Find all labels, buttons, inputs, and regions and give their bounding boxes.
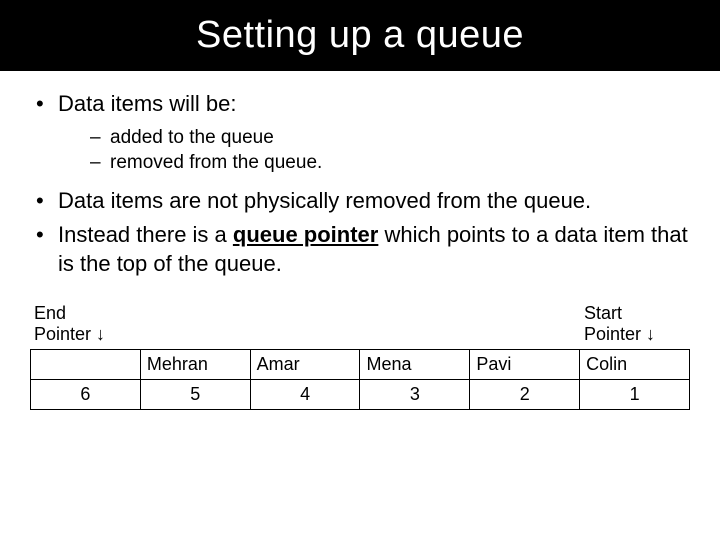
queue-name-cell: Mena xyxy=(360,350,470,380)
start-pointer-line1: Start xyxy=(584,303,622,323)
queue-name-cell: Colin xyxy=(580,350,690,380)
queue-index-cell: 2 xyxy=(470,380,580,410)
slide-title: Setting up a queue xyxy=(0,14,720,57)
sub-bullet-1: added to the queue xyxy=(88,125,692,151)
pointer-spacer xyxy=(250,301,360,347)
queue-name-cell: Pavi xyxy=(470,350,580,380)
bullet-list: Data items will be: added to the queue r… xyxy=(28,89,692,279)
queue-names-row: Mehran Amar Mena Pavi Colin xyxy=(31,350,690,380)
bullet-3-emphasis: queue pointer xyxy=(233,222,378,247)
queue-index-cell: 4 xyxy=(250,380,360,410)
end-pointer-line2: Pointer ↓ xyxy=(34,324,105,344)
start-pointer-label: Start Pointer ↓ xyxy=(580,301,690,347)
pointer-spacer xyxy=(360,301,470,347)
queue-index-cell: 6 xyxy=(31,380,141,410)
queue-index-cell: 5 xyxy=(140,380,250,410)
bullet-3: Instead there is a queue pointer which p… xyxy=(28,220,692,279)
end-pointer-label: End Pointer ↓ xyxy=(30,301,140,347)
start-pointer-line2: Pointer ↓ xyxy=(584,324,655,344)
pointer-labels-row: End Pointer ↓ Start Pointer ↓ xyxy=(30,301,690,347)
queue-table: Mehran Amar Mena Pavi Colin 6 5 4 3 2 1 xyxy=(30,349,690,410)
queue-name-cell xyxy=(31,350,141,380)
queue-name-cell: Mehran xyxy=(140,350,250,380)
queue-index-cell: 1 xyxy=(580,380,690,410)
queue-index-row: 6 5 4 3 2 1 xyxy=(31,380,690,410)
pointer-spacer xyxy=(470,301,580,347)
bullet-2: Data items are not physically removed fr… xyxy=(28,186,692,216)
bullet-1: Data items will be: added to the queue r… xyxy=(28,89,692,176)
bullet-3-pre: Instead there is a xyxy=(58,222,233,247)
bullet-1-sublist: added to the queue removed from the queu… xyxy=(88,125,692,176)
bullet-1-text: Data items will be: xyxy=(58,91,237,116)
queue-name-cell: Amar xyxy=(250,350,360,380)
queue-index-cell: 3 xyxy=(360,380,470,410)
slide-title-bar: Setting up a queue xyxy=(0,0,720,71)
end-pointer-line1: End xyxy=(34,303,66,323)
slide-body: Data items will be: added to the queue r… xyxy=(0,71,720,410)
pointer-spacer xyxy=(140,301,250,347)
sub-bullet-2: removed from the queue. xyxy=(88,150,692,176)
